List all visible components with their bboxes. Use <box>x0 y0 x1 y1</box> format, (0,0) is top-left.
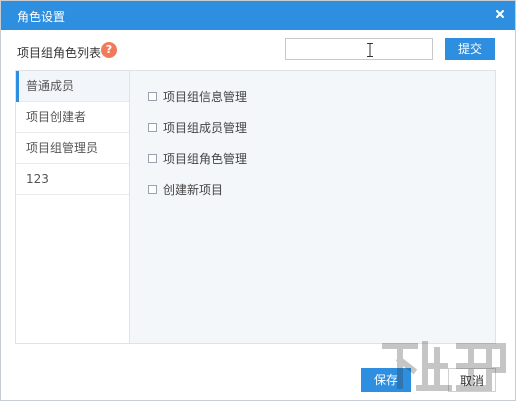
save-button[interactable]: 保存 <box>361 368 411 392</box>
dialog-titlebar: 角色设置 <box>1 1 515 30</box>
permission-label: 项目组信息管理 <box>163 90 248 104</box>
permission-checkbox-create-project[interactable] <box>148 185 157 194</box>
text-cursor-icon <box>367 43 373 57</box>
role-item-label: 项目创建者 <box>26 110 87 124</box>
cancel-button[interactable]: 取消 <box>448 368 496 392</box>
permission-row: 项目组角色管理 <box>148 143 247 174</box>
permission-row: 项目组成员管理 <box>148 112 247 143</box>
role-name-input[interactable] <box>285 38 433 60</box>
role-item-project-creator[interactable]: 项目创建者 <box>16 102 129 133</box>
role-item-123[interactable]: 123 <box>16 164 129 195</box>
permission-label: 创建新项目 <box>163 183 224 197</box>
help-icon[interactable]: ? <box>101 42 117 58</box>
role-list-label: 项目组角色列表 <box>17 46 102 60</box>
role-panel: 普通成员 项目创建者 项目组管理员 123 项目组信息管理 项目组成员管理 项目… <box>15 70 496 344</box>
permission-checkbox-group-info[interactable] <box>148 92 157 101</box>
dialog-title: 角色设置 <box>17 10 66 24</box>
permission-checkbox-group-roles[interactable] <box>148 154 157 163</box>
permission-row: 创建新项目 <box>148 174 247 205</box>
role-item-regular-member[interactable]: 普通成员 <box>16 71 129 102</box>
role-item-project-admin[interactable]: 项目组管理员 <box>16 133 129 164</box>
role-item-label: 普通成员 <box>26 79 75 93</box>
permission-list: 项目组信息管理 项目组成员管理 项目组角色管理 创建新项目 <box>148 81 247 205</box>
role-settings-dialog: 角色设置 项目组角色列表 ? 提交 普通成员 项目创建者 项目组管理员 123 <box>0 0 516 401</box>
permission-checkbox-group-members[interactable] <box>148 123 157 132</box>
role-item-label: 123 <box>26 172 49 186</box>
permission-label: 项目组成员管理 <box>163 121 248 135</box>
role-item-label: 项目组管理员 <box>26 141 99 155</box>
permission-label: 项目组角色管理 <box>163 152 248 166</box>
permission-row: 项目组信息管理 <box>148 81 247 112</box>
role-list: 普通成员 项目创建者 项目组管理员 123 <box>16 71 130 343</box>
submit-button[interactable]: 提交 <box>445 38 495 60</box>
close-icon[interactable] <box>493 7 507 21</box>
